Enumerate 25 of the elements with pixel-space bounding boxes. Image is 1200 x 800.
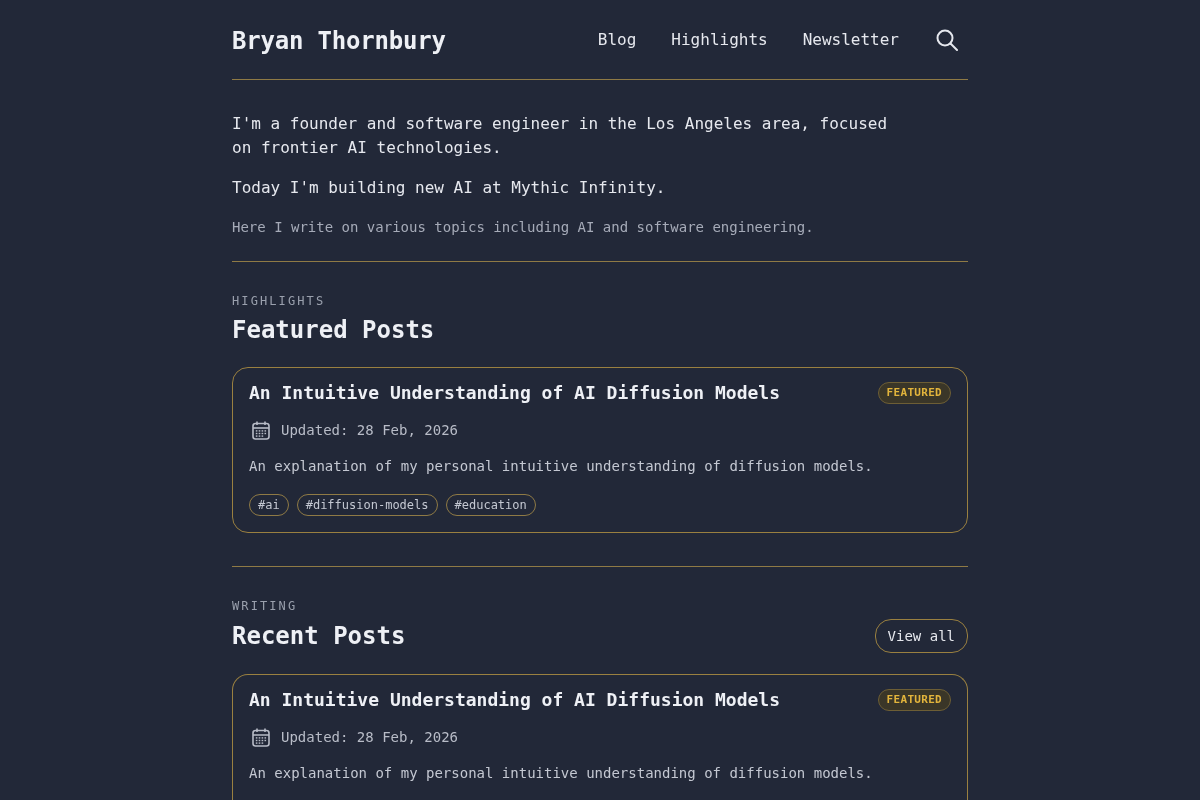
post-date: Updated: 28 Feb, 2026 [281,421,458,440]
calendar-icon [252,727,270,747]
calendar-icon [252,420,270,440]
nav-link[interactable]: Highlights [671,29,768,50]
view-all-button[interactable]: View all [874,619,968,653]
nav-link[interactable]: Blog [597,29,637,50]
post-card[interactable]: An Intuitive Understanding of AI Diffusion Models FEATURED Updated: 28 Feb, 2026 An explanation of my personal intuitive understanding of diffusion models. [232,674,968,800]
post-title[interactable]: An Intuitive Understanding of AI Diffusion Models [249,380,780,406]
post-card[interactable]: An Intuitive Understanding of AI Diffusion Models FEATURED Updated: 28 Feb, 2026 An explanation of my personal intuitive understanding of diffusion models. #ai #diffusion-models #education [232,367,968,533]
intro-paragraph: I'm a founder and software engineer in the Los Angeles area, focused on frontier AI technologies. [232,113,889,159]
nav-link[interactable]: Newsletter [802,29,899,50]
section-eyebrow: HIGHLIGHTS [232,293,326,309]
post-date: Updated: 28 Feb, 2026 [281,728,458,747]
post-summary: An explanation of my personal intuitive understanding of diffusion models. [249,457,874,476]
section-heading: Recent Posts [232,621,406,652]
post-title[interactable]: An Intuitive Understanding of AI Diffusion Models [249,687,780,713]
intro-paragraph: Today I'm building new AI at Mythic Infinity. [232,177,667,199]
post-summary: An explanation of my personal intuitive understanding of diffusion models. [249,764,874,783]
search-icon[interactable] [936,28,958,51]
featured-badge: FEATURED [877,382,951,404]
section-heading: Featured Posts [232,315,435,346]
featured-badge: FEATURED [877,689,951,711]
intro-note: Here I write on various topics including AI and software engineering. [232,218,815,237]
section-eyebrow: WRITING [232,598,298,614]
site-title[interactable]: Bryan Thornbury [232,26,446,55]
